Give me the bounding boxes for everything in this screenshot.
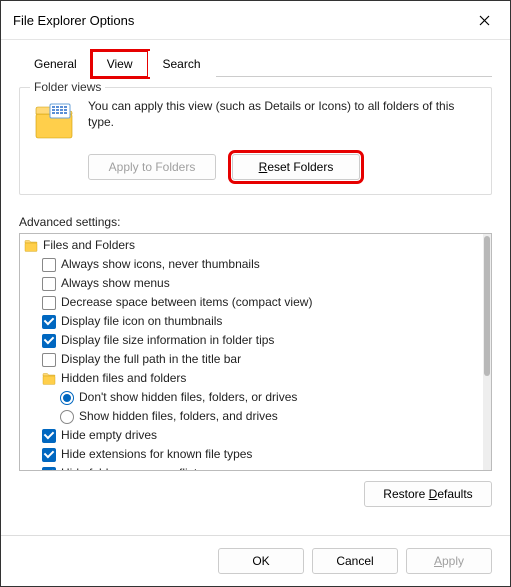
tree-item-label: Display file icon on thumbnails [61,313,222,330]
tree-item-label: Display the full path in the title bar [61,351,241,368]
tree-body[interactable]: Files and Folders Always show icons, neve… [20,234,483,470]
advanced-settings-label: Advanced settings: [19,215,492,229]
folder-views-label: Folder views [30,80,105,94]
tree-item-label: Always show menus [61,275,170,292]
tree-root-label: Files and Folders [43,237,135,254]
tree-item[interactable]: Decrease space between items (compact vi… [24,293,479,312]
reset-folders-button[interactable]: Reset Folders [232,154,360,180]
tree-item[interactable]: Display file icon on thumbnails [24,312,479,331]
tab-general[interactable]: General [19,51,92,77]
apply-button: Apply [406,548,492,574]
dialog-window: File Explorer Options General View Searc… [0,0,511,587]
tree-root-files-and-folders[interactable]: Files and Folders [24,236,479,255]
tree-item[interactable]: Don't show hidden files, folders, or dri… [24,388,479,407]
tree-item-label: Hide empty drives [61,427,157,444]
checkbox-icon[interactable] [42,448,56,462]
radio-icon[interactable] [60,391,74,405]
tree-item-label: Show hidden files, folders, and drives [79,408,278,425]
checkbox-icon[interactable] [42,296,56,310]
dialog-footer: OK Cancel Apply [1,535,510,586]
ok-button[interactable]: OK [218,548,304,574]
folder-views-group: Folder views You can apply this view (su… [19,87,492,195]
tree-item[interactable]: Show hidden files, folders, and drives [24,407,479,426]
content-area: General View Search Folder views You c [1,40,510,535]
checkbox-icon[interactable] [42,334,56,348]
tab-search[interactable]: Search [148,51,216,77]
checkbox-icon[interactable] [42,467,56,471]
tree-item-label: Decrease space between items (compact vi… [61,294,312,311]
folder-views-buttons: Apply to Folders Reset Folders [88,154,479,180]
apply-to-folders-button: Apply to Folders [88,154,216,180]
tab-strip: General View Search [19,50,492,77]
folder-views-row: You can apply this view (such as Details… [32,98,479,142]
tree-item-label: Hide extensions for known file types [61,446,252,463]
tree-item-label: Display file size information in folder … [61,332,274,349]
tree-item[interactable]: Hide empty drives [24,426,479,445]
tree-item[interactable]: Always show icons, never thumbnails [24,255,479,274]
checkbox-icon[interactable] [42,258,56,272]
titlebar: File Explorer Options [1,1,510,40]
checkbox-icon[interactable] [42,315,56,329]
tree-item-label: Hide folder merge conflicts [61,465,203,470]
window-title: File Explorer Options [13,13,134,28]
scrollbar[interactable] [483,234,491,470]
tree-item[interactable]: Hidden files and folders [24,369,479,388]
tree-item-label: Always show icons, never thumbnails [61,256,260,273]
restore-defaults-button[interactable]: Restore Defaults [364,481,492,507]
tab-view[interactable]: View [92,51,148,77]
close-button[interactable] [470,9,498,31]
tree-item[interactable]: Display the full path in the title bar [24,350,479,369]
close-icon [479,15,490,26]
radio-icon[interactable] [60,410,74,424]
checkbox-icon[interactable] [42,353,56,367]
cancel-button[interactable]: Cancel [312,548,398,574]
folder-views-description: You can apply this view (such as Details… [88,98,479,130]
tree-item-label: Hidden files and folders [61,370,186,387]
tree-item[interactable]: Hide extensions for known file types [24,445,479,464]
scrollbar-thumb[interactable] [484,236,490,376]
advanced-settings-tree: Files and Folders Always show icons, neve… [19,233,492,471]
folder-views-icon [32,102,76,142]
tree-item[interactable]: Display file size information in folder … [24,331,479,350]
checkbox-icon[interactable] [42,429,56,443]
tree-item[interactable]: Hide folder merge conflicts [24,464,479,470]
restore-row: Restore Defaults [19,481,492,507]
tree-item-label: Don't show hidden files, folders, or dri… [79,389,297,406]
tree-item[interactable]: Always show menus [24,274,479,293]
checkbox-icon[interactable] [42,277,56,291]
